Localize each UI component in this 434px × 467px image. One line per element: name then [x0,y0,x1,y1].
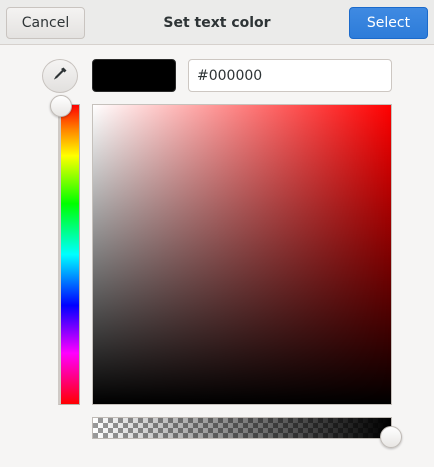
alpha-slider-handle[interactable] [380,426,402,448]
cancel-button-label: Cancel [21,15,70,31]
select-button[interactable]: Select [349,7,428,39]
alpha-slider[interactable] [92,417,392,439]
hue-slider-handle[interactable] [50,95,72,117]
select-button-label: Select [366,15,411,31]
eyedropper-button[interactable] [42,59,78,93]
hex-color-input[interactable] [188,59,392,92]
dialog-headerbar: Cancel Set text color Select [0,0,434,45]
alpha-gradient [93,418,391,438]
hue-slider[interactable] [58,104,80,405]
current-color-swatch [92,59,176,92]
eyedropper-icon [52,66,68,86]
cancel-button[interactable]: Cancel [6,7,85,39]
saturation-value-plane[interactable] [92,104,392,405]
